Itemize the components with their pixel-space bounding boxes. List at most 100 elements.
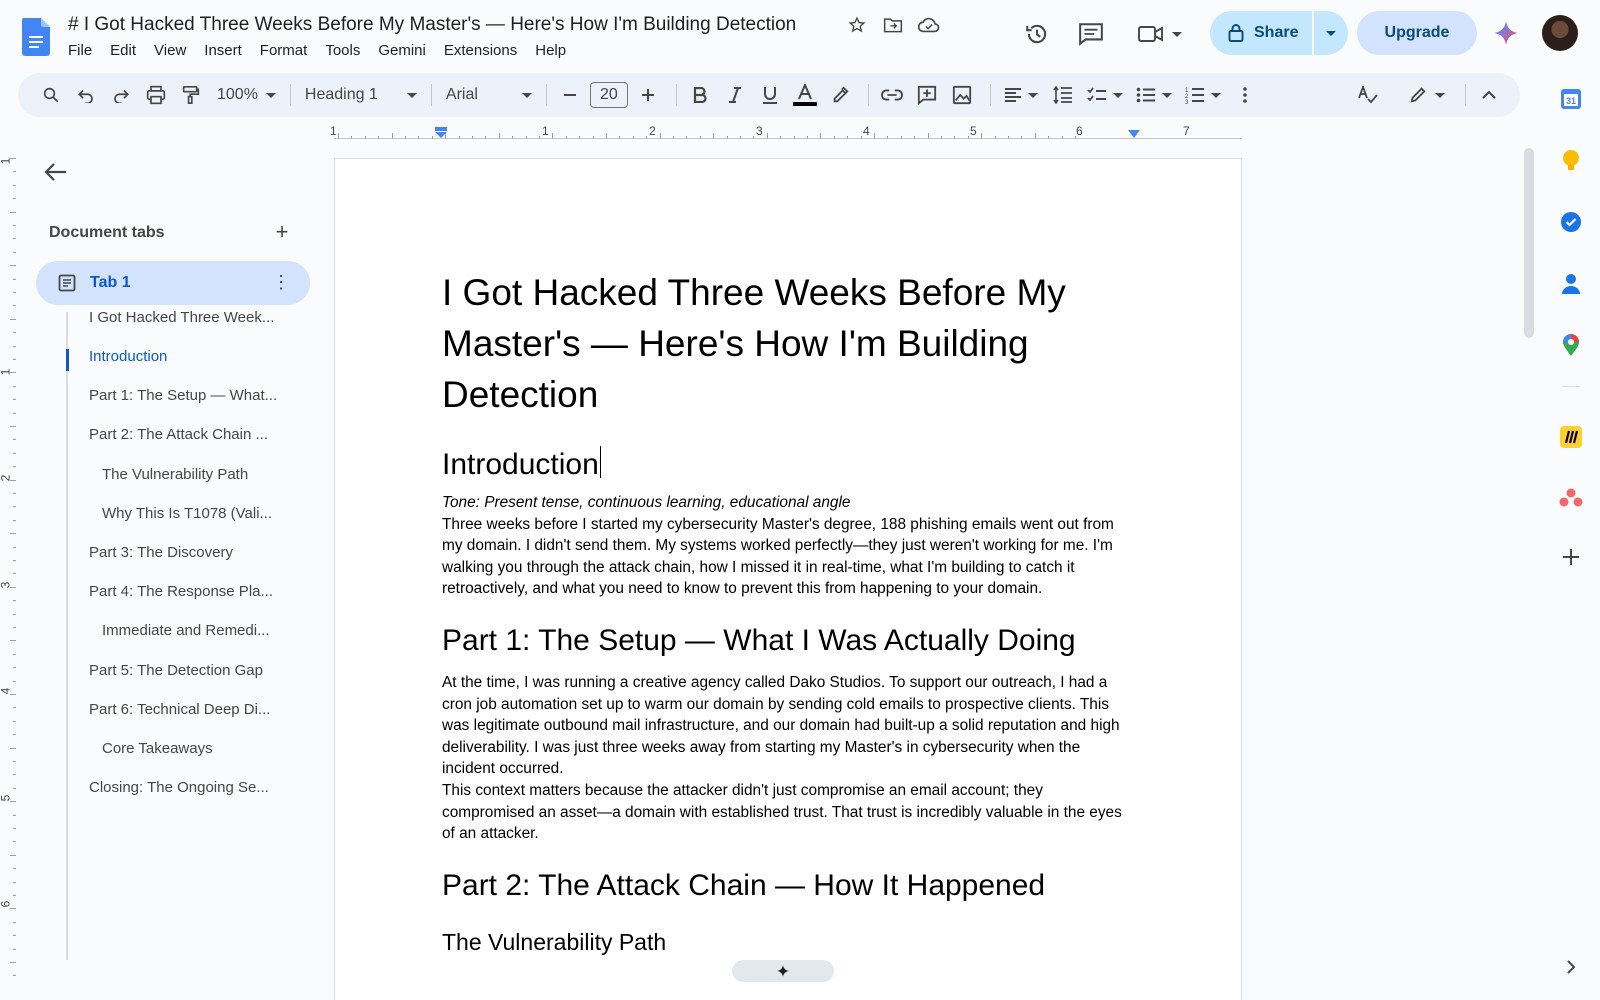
vertical-scrollbar[interactable] xyxy=(1524,148,1534,338)
outline-item[interactable]: Part 3: The Discovery xyxy=(89,544,233,568)
redo-icon[interactable] xyxy=(106,80,136,110)
horizontal-ruler[interactable]: 1 1 2 3 4 5 6 7 xyxy=(330,124,1242,142)
star-icon[interactable] xyxy=(846,14,868,36)
expand-side-panel-icon[interactable] xyxy=(1556,952,1586,982)
decrease-font-size-icon[interactable] xyxy=(555,80,585,110)
text-color-icon[interactable] xyxy=(790,80,820,110)
more-options-icon[interactable] xyxy=(1230,80,1260,110)
calendar-icon[interactable]: 31 xyxy=(1556,84,1586,114)
document-page[interactable]: I Got Hacked Three Weeks Before My Maste… xyxy=(334,158,1242,1000)
zoom-select[interactable]: 100% xyxy=(211,86,282,104)
ruler-tick xyxy=(13,171,16,173)
right-indent-marker-icon[interactable] xyxy=(1127,130,1141,139)
checklist-icon[interactable] xyxy=(1083,80,1127,110)
document-title[interactable]: # I Got Hacked Three Weeks Before My Mas… xyxy=(68,14,796,36)
menu-view[interactable]: View xyxy=(154,42,195,59)
outline-item[interactable]: Closing: The Ongoing Se... xyxy=(89,779,269,803)
menu-extensions[interactable]: Extensions xyxy=(444,42,526,59)
gemini-floating-button[interactable] xyxy=(732,960,834,982)
version-history-icon[interactable] xyxy=(1022,19,1052,49)
ruler-tick xyxy=(13,653,16,655)
share-dropdown-button[interactable] xyxy=(1314,11,1348,55)
move-folder-icon[interactable] xyxy=(882,14,904,36)
introduction-heading-text: Introduction xyxy=(442,448,599,481)
outline-subitem[interactable]: Immediate and Remedi... xyxy=(102,622,270,646)
outline-item[interactable]: Part 4: The Response Pla... xyxy=(89,583,273,607)
part1-heading[interactable]: Part 1: The Setup — What I Was Actually … xyxy=(442,622,1132,660)
bold-icon[interactable] xyxy=(685,80,715,110)
line-spacing-icon[interactable] xyxy=(1048,80,1078,110)
menu-insert[interactable]: Insert xyxy=(204,42,251,59)
style-select[interactable]: Heading 1 xyxy=(299,86,423,104)
ruler-tick xyxy=(1034,133,1036,139)
meet-icon[interactable] xyxy=(1136,19,1184,49)
highlight-color-icon[interactable] xyxy=(825,80,855,110)
intro-paragraph[interactable]: Three weeks before I started my cybersec… xyxy=(442,514,1132,600)
editing-mode-icon[interactable] xyxy=(1402,80,1452,110)
comments-icon[interactable] xyxy=(1076,19,1106,49)
outline-subitem[interactable]: Why This Is T1078 (Vali... xyxy=(102,505,272,529)
document-body[interactable]: I Got Hacked Three Weeks Before My Maste… xyxy=(442,267,1132,957)
add-addon-icon[interactable] xyxy=(1556,542,1586,572)
menu-format[interactable]: Format xyxy=(260,42,317,59)
outline-item[interactable]: Part 5: The Detection Gap xyxy=(89,662,263,686)
italic-icon[interactable] xyxy=(720,80,750,110)
gemini-icon[interactable] xyxy=(1492,19,1520,47)
insert-link-icon[interactable] xyxy=(877,80,907,110)
menu-edit[interactable]: Edit xyxy=(110,42,145,59)
spellcheck-icon[interactable] xyxy=(1353,80,1383,110)
paint-format-icon[interactable] xyxy=(176,80,206,110)
part1-paragraph[interactable]: This context matters because the attacke… xyxy=(442,780,1132,845)
outline-item-active[interactable]: Introduction xyxy=(89,348,167,372)
part1-paragraph[interactable]: At the time, I was running a creative ag… xyxy=(442,672,1132,780)
ruler-number: 3 xyxy=(756,124,763,138)
underline-icon[interactable] xyxy=(755,80,785,110)
maps-icon[interactable] xyxy=(1556,330,1586,360)
align-icon[interactable] xyxy=(999,80,1043,110)
search-menus-icon[interactable] xyxy=(36,80,66,110)
ruler-tick xyxy=(981,133,983,139)
outline-item[interactable]: Part 1: The Setup — What... xyxy=(89,387,277,411)
add-comment-icon[interactable] xyxy=(912,80,942,110)
hide-menus-icon[interactable] xyxy=(1474,80,1504,110)
docs-logo-icon[interactable] xyxy=(22,18,50,56)
print-icon[interactable] xyxy=(141,80,171,110)
font-select[interactable]: Arial xyxy=(440,86,538,104)
upgrade-button[interactable]: Upgrade xyxy=(1357,11,1477,55)
numbered-list-icon[interactable]: 123 xyxy=(1181,80,1225,110)
part2-heading[interactable]: Part 2: The Attack Chain — How It Happen… xyxy=(442,867,1132,905)
undo-icon[interactable] xyxy=(71,80,101,110)
menu-file[interactable]: File xyxy=(68,42,101,59)
menu-tools[interactable]: Tools xyxy=(325,42,369,59)
cloud-saved-icon[interactable] xyxy=(918,14,940,36)
outline-subitem[interactable]: Core Takeaways xyxy=(102,740,213,764)
asana-icon[interactable] xyxy=(1556,483,1586,513)
menu-help[interactable]: Help xyxy=(535,42,575,59)
tasks-icon[interactable] xyxy=(1556,207,1586,237)
avatar[interactable] xyxy=(1542,15,1578,51)
miro-icon[interactable] xyxy=(1556,422,1586,452)
outline-item[interactable]: Part 6: Technical Deep Di... xyxy=(89,701,270,725)
insert-image-icon[interactable] xyxy=(947,80,977,110)
vulnerability-path-heading[interactable]: The Vulnerability Path xyxy=(442,927,1132,957)
add-tab-icon[interactable]: + xyxy=(270,220,294,244)
increase-font-size-icon[interactable] xyxy=(633,80,663,110)
tone-note[interactable]: Tone: Present tense, continuous learning… xyxy=(442,492,1132,514)
share-button[interactable]: Share xyxy=(1210,11,1312,55)
outline-item[interactable]: I Got Hacked Three Week... xyxy=(89,309,274,333)
ruler-tick xyxy=(13,359,16,360)
font-size-input[interactable]: 20 xyxy=(589,82,628,108)
outline-item[interactable]: Part 2: The Attack Chain ... xyxy=(89,426,268,450)
bulleted-list-icon[interactable] xyxy=(1132,80,1176,110)
tab-options-icon[interactable]: ⋮ xyxy=(272,273,290,291)
document-heading-title[interactable]: I Got Hacked Three Weeks Before My Maste… xyxy=(442,267,1132,420)
introduction-heading[interactable]: Introduction xyxy=(442,446,1132,484)
tab-1[interactable]: Tab 1 ⋮ xyxy=(36,261,310,305)
keep-icon[interactable] xyxy=(1556,146,1586,176)
back-arrow-icon[interactable] xyxy=(42,158,70,186)
menu-gemini[interactable]: Gemini xyxy=(378,42,435,59)
outline-subitem[interactable]: The Vulnerability Path xyxy=(102,466,248,490)
ruler-tick xyxy=(753,136,755,139)
contacts-icon[interactable] xyxy=(1556,269,1586,299)
vertical-ruler[interactable]: 1 1 2 3 4 5 6 xyxy=(0,150,18,1000)
